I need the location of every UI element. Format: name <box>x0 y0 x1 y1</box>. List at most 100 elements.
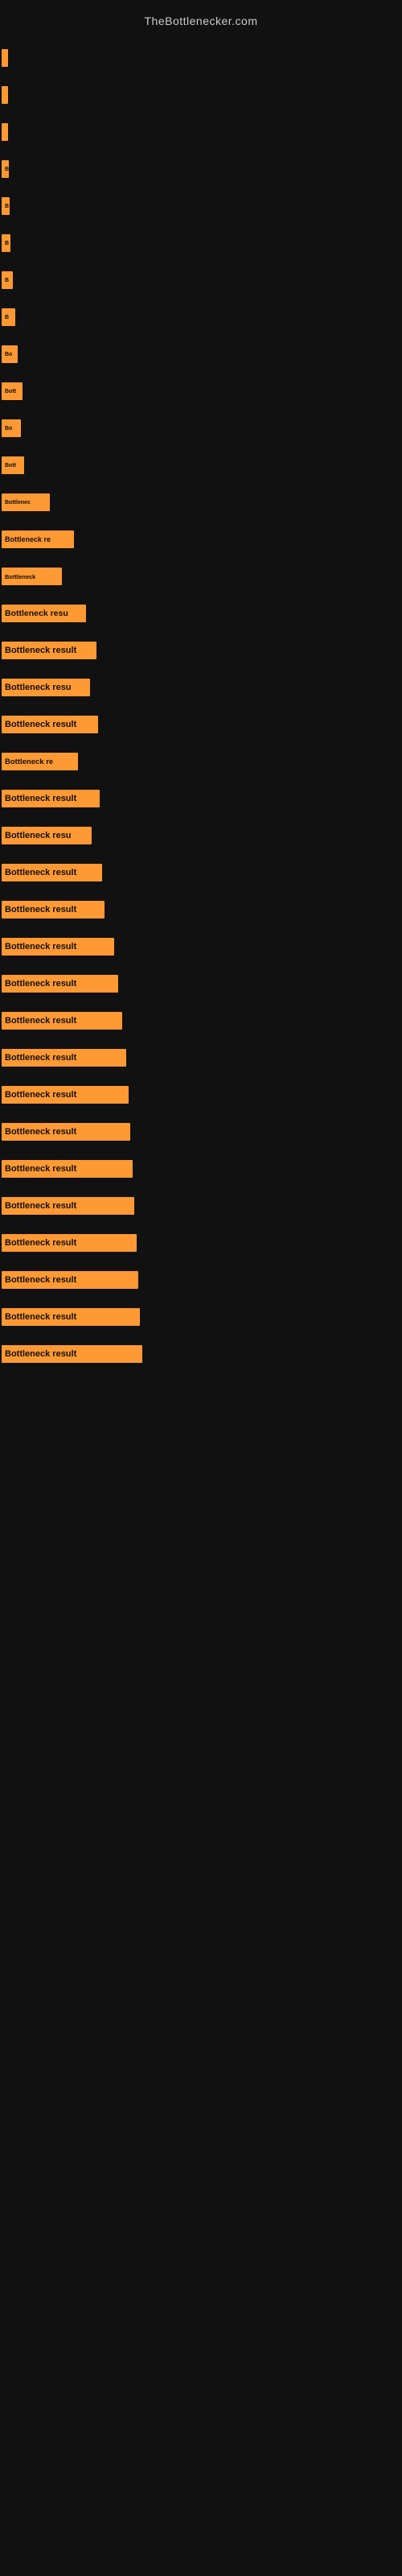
bar-row-7: B <box>0 299 402 336</box>
bar-label-34: Bottleneck result <box>2 1308 140 1326</box>
bar-row-21: Bottleneck resu <box>0 817 402 854</box>
bar-wrapper-11: Bott <box>0 450 402 481</box>
bar-label-1 <box>2 86 8 104</box>
bar-label-29: Bottleneck result <box>2 1123 130 1141</box>
bar-wrapper-21: Bottleneck resu <box>0 820 402 851</box>
bar-label-22: Bottleneck result <box>2 864 102 881</box>
bar-row-14: Bottleneck <box>0 558 402 595</box>
bar-wrapper-30: Bottleneck result <box>0 1154 402 1184</box>
bar-row-15: Bottleneck resu <box>0 595 402 632</box>
bar-wrapper-4: B <box>0 191 402 221</box>
bars-container: B B B B B Bo Bott Bo Bott Bottlenec Bottleneck re B… <box>0 39 402 1373</box>
bar-row-33: Bottleneck result <box>0 1261 402 1298</box>
bar-label-7: B <box>2 308 15 326</box>
bar-wrapper-17: Bottleneck resu <box>0 672 402 703</box>
bar-label-11: Bott <box>2 456 24 474</box>
bar-wrapper-35: Bottleneck result <box>0 1339 402 1369</box>
bar-wrapper-26: Bottleneck result <box>0 1005 402 1036</box>
bar-wrapper-13: Bottleneck re <box>0 524 402 555</box>
bar-wrapper-32: Bottleneck result <box>0 1228 402 1258</box>
bar-label-15: Bottleneck resu <box>2 605 86 622</box>
bar-label-23: Bottleneck result <box>2 901 105 919</box>
bar-row-8: Bo <box>0 336 402 373</box>
bar-label-3: B <box>2 160 9 178</box>
bar-label-20: Bottleneck result <box>2 790 100 807</box>
bar-label-24: Bottleneck result <box>2 938 114 956</box>
bar-row-28: Bottleneck result <box>0 1076 402 1113</box>
bar-label-21: Bottleneck resu <box>2 827 92 844</box>
bar-wrapper-12: Bottlenec <box>0 487 402 518</box>
bar-wrapper-19: Bottleneck re <box>0 746 402 777</box>
bar-label-18: Bottleneck result <box>2 716 98 733</box>
bar-wrapper-10: Bo <box>0 413 402 444</box>
bar-label-12: Bottlenec <box>2 493 50 511</box>
bar-row-23: Bottleneck result <box>0 891 402 928</box>
bar-label-19: Bottleneck re <box>2 753 78 770</box>
site-title: TheBottlenecker.com <box>0 8 402 39</box>
bar-wrapper-25: Bottleneck result <box>0 968 402 999</box>
bar-label-32: Bottleneck result <box>2 1234 137 1252</box>
bar-row-6: B <box>0 262 402 299</box>
bar-wrapper-8: Bo <box>0 339 402 369</box>
bar-wrapper-34: Bottleneck result <box>0 1302 402 1332</box>
page-container: TheBottlenecker.com B B B B B Bo Bott Bo Bott Bot… <box>0 0 402 2576</box>
bar-wrapper-1 <box>0 80 402 110</box>
bar-label-10: Bo <box>2 419 21 437</box>
bar-row-1 <box>0 76 402 114</box>
bar-wrapper-6: B <box>0 265 402 295</box>
bar-label-25: Bottleneck result <box>2 975 118 993</box>
bar-wrapper-2 <box>0 117 402 147</box>
bar-row-27: Bottleneck result <box>0 1039 402 1076</box>
bar-row-31: Bottleneck result <box>0 1187 402 1224</box>
bar-row-12: Bottlenec <box>0 484 402 521</box>
bar-label-6: B <box>2 271 13 289</box>
bar-wrapper-3: B <box>0 154 402 184</box>
bar-row-5: B <box>0 225 402 262</box>
bar-row-3: B <box>0 151 402 188</box>
bar-label-8: Bo <box>2 345 18 363</box>
bar-wrapper-31: Bottleneck result <box>0 1191 402 1221</box>
bar-row-9: Bott <box>0 373 402 410</box>
bar-label-35: Bottleneck result <box>2 1345 142 1363</box>
bar-label-17: Bottleneck resu <box>2 679 90 696</box>
bar-wrapper-9: Bott <box>0 376 402 407</box>
bar-wrapper-18: Bottleneck result <box>0 709 402 740</box>
bar-wrapper-24: Bottleneck result <box>0 931 402 962</box>
bar-row-24: Bottleneck result <box>0 928 402 965</box>
bar-wrapper-20: Bottleneck result <box>0 783 402 814</box>
bar-row-10: Bo <box>0 410 402 447</box>
bar-row-13: Bottleneck re <box>0 521 402 558</box>
bar-label-2 <box>2 123 8 141</box>
bar-row-32: Bottleneck result <box>0 1224 402 1261</box>
bar-wrapper-0 <box>0 43 402 73</box>
bar-wrapper-28: Bottleneck result <box>0 1080 402 1110</box>
bar-row-34: Bottleneck result <box>0 1298 402 1335</box>
bar-label-0 <box>2 49 8 67</box>
bar-label-26: Bottleneck result <box>2 1012 122 1030</box>
bar-wrapper-7: B <box>0 302 402 332</box>
bar-row-26: Bottleneck result <box>0 1002 402 1039</box>
bar-row-20: Bottleneck result <box>0 780 402 817</box>
bar-row-30: Bottleneck result <box>0 1150 402 1187</box>
bar-wrapper-22: Bottleneck result <box>0 857 402 888</box>
bar-label-14: Bottleneck <box>2 568 62 585</box>
bar-wrapper-29: Bottleneck result <box>0 1117 402 1147</box>
bar-label-5: B <box>2 234 10 252</box>
bar-row-4: B <box>0 188 402 225</box>
bar-label-9: Bott <box>2 382 23 400</box>
bar-label-27: Bottleneck result <box>2 1049 126 1067</box>
bar-label-13: Bottleneck re <box>2 530 74 548</box>
bar-label-28: Bottleneck result <box>2 1086 129 1104</box>
bar-label-30: Bottleneck result <box>2 1160 133 1178</box>
bar-row-16: Bottleneck result <box>0 632 402 669</box>
bar-label-33: Bottleneck result <box>2 1271 138 1289</box>
bar-row-11: Bott <box>0 447 402 484</box>
bar-row-17: Bottleneck resu <box>0 669 402 706</box>
bar-label-4: B <box>2 197 10 215</box>
bar-row-2 <box>0 114 402 151</box>
bar-row-0 <box>0 39 402 76</box>
bar-row-22: Bottleneck result <box>0 854 402 891</box>
bar-wrapper-5: B <box>0 228 402 258</box>
bar-wrapper-16: Bottleneck result <box>0 635 402 666</box>
bar-wrapper-14: Bottleneck <box>0 561 402 592</box>
